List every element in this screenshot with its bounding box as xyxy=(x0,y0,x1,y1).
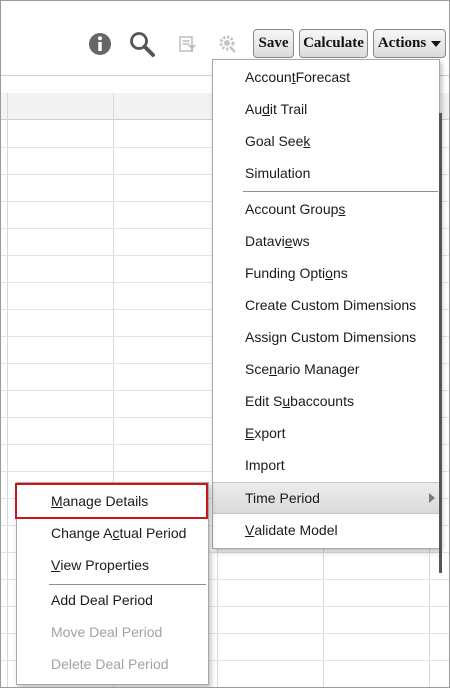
menu-item-mnemonic: k xyxy=(303,133,311,149)
menu-item-label: baccounts xyxy=(290,393,354,409)
menu-item-label: Add Deal Period xyxy=(51,592,153,608)
menu-item-validate-model[interactable]: Validate Model xyxy=(213,514,439,546)
save-button[interactable]: Save xyxy=(253,29,294,58)
menu-item-edit-subaccounts[interactable]: Edit Su baccounts xyxy=(213,385,439,417)
submenu-item-view-properties[interactable]: View Properties xyxy=(17,549,208,581)
menu-item-label: Accoun xyxy=(245,69,292,85)
menu-item-mnemonic: s xyxy=(338,201,346,217)
actions-button-label: Actions xyxy=(377,35,427,51)
menu-item-create-custom-dimensions[interactable]: Create Custom Dimensions xyxy=(213,289,439,321)
menu-item-label: Simulation xyxy=(245,165,311,181)
focus-highlight xyxy=(15,483,208,519)
menu-item-simulation[interactable]: Simulation xyxy=(213,157,439,189)
menu-item-label: alidate Model xyxy=(254,522,338,538)
menu-item-funding-options[interactable]: Funding Opti o ns xyxy=(213,257,439,289)
calculate-button[interactable]: Calculate xyxy=(299,29,368,58)
menu-item-label: iew Properties xyxy=(60,557,150,573)
calculate-button-label: Calculate xyxy=(303,35,364,51)
menu-item-label: Assign Custom Dimensions xyxy=(245,329,417,345)
actions-button[interactable]: Actions xyxy=(373,29,446,58)
filter-icon[interactable] xyxy=(173,29,203,59)
menu-item-label: it Trail xyxy=(269,101,308,117)
menu-item-label: ws xyxy=(292,233,310,249)
menu-item-mnemonic: n xyxy=(269,361,277,377)
menu-item-account-groups[interactable]: Account Group s xyxy=(213,193,439,225)
menu-item-label: Delete Deal Period xyxy=(51,656,169,672)
menu-item-mnemonic: o xyxy=(325,265,333,281)
submenu-item-delete-deal-period: Delete Deal Period xyxy=(17,648,208,680)
menu-separator xyxy=(243,191,438,192)
submenu-item-add-deal-period[interactable]: Add Deal Period xyxy=(17,584,208,616)
menu-item-label: Create Custom Dimensions xyxy=(245,297,417,313)
menu-item-scenario-manager[interactable]: Sce n ario Manager xyxy=(213,353,439,385)
menu-item-label: xport xyxy=(254,425,286,441)
menu-item-mnemonic: u xyxy=(282,393,291,409)
app-frame: Save Calculate Actions Accoun t Forecast… xyxy=(0,0,450,688)
menu-item-mnemonic: d xyxy=(262,101,270,117)
chevron-down-icon xyxy=(431,40,442,47)
menu-item-label: Funding Opti xyxy=(245,265,326,281)
menu-item-label: Import xyxy=(245,457,285,473)
menu-item-label: Change A xyxy=(51,525,113,541)
menu-item-label: Sce xyxy=(245,361,270,377)
menu-item-label: ario Manager xyxy=(276,361,360,377)
menu-item-mnemonic: V xyxy=(245,522,255,538)
save-button-label: Save xyxy=(258,35,289,51)
menu-item-account-forecast[interactable]: Accoun t Forecast xyxy=(213,61,439,93)
actions-menu: Accoun t Forecast Au d it Trail Goal See k S… xyxy=(212,59,440,549)
menu-item-import[interactable]: Import xyxy=(213,449,439,481)
menu-item-label: Account Group xyxy=(245,201,339,217)
menu-item-label: Au xyxy=(245,101,263,117)
menu-item-mnemonic: c xyxy=(112,525,120,541)
menu-item-mnemonic: E xyxy=(245,425,255,441)
menu-item-time-period[interactable]: Time Period xyxy=(213,482,439,514)
info-icon[interactable] xyxy=(85,29,115,59)
menu-item-label: tual Period xyxy=(119,525,187,541)
menu-item-label: ns xyxy=(332,265,348,281)
menu-item-label: Edit S xyxy=(245,393,283,409)
menu-item-label: Move Deal Period xyxy=(51,624,163,640)
menu-item-audit-trail[interactable]: Au d it Trail xyxy=(213,93,439,125)
search-icon[interactable] xyxy=(127,29,157,59)
submenu-item-move-deal-period: Move Deal Period xyxy=(17,616,208,648)
menu-item-label: Datavi xyxy=(245,233,285,249)
menu-item-dataviews[interactable]: Datavi e ws xyxy=(213,225,439,257)
menu-item-label: Time Period xyxy=(245,490,320,506)
menu-scrollbar[interactable] xyxy=(439,113,442,573)
menu-item-mnemonic: V xyxy=(51,557,61,573)
settings-gear-icon[interactable] xyxy=(213,29,243,59)
submenu-item-change-actual-period[interactable]: Change Ac tual Period xyxy=(17,517,208,549)
submenu-arrow-icon xyxy=(429,493,435,503)
menu-item-label: Goal See xyxy=(245,133,304,149)
menu-item-assign-custom-dimensions[interactable]: Assign Custom Dimensions xyxy=(213,321,439,353)
menu-item-goal-seek[interactable]: Goal See k xyxy=(213,125,439,157)
menu-item-label: Forecast xyxy=(295,69,351,85)
menu-item-export[interactable]: Export xyxy=(213,417,439,449)
